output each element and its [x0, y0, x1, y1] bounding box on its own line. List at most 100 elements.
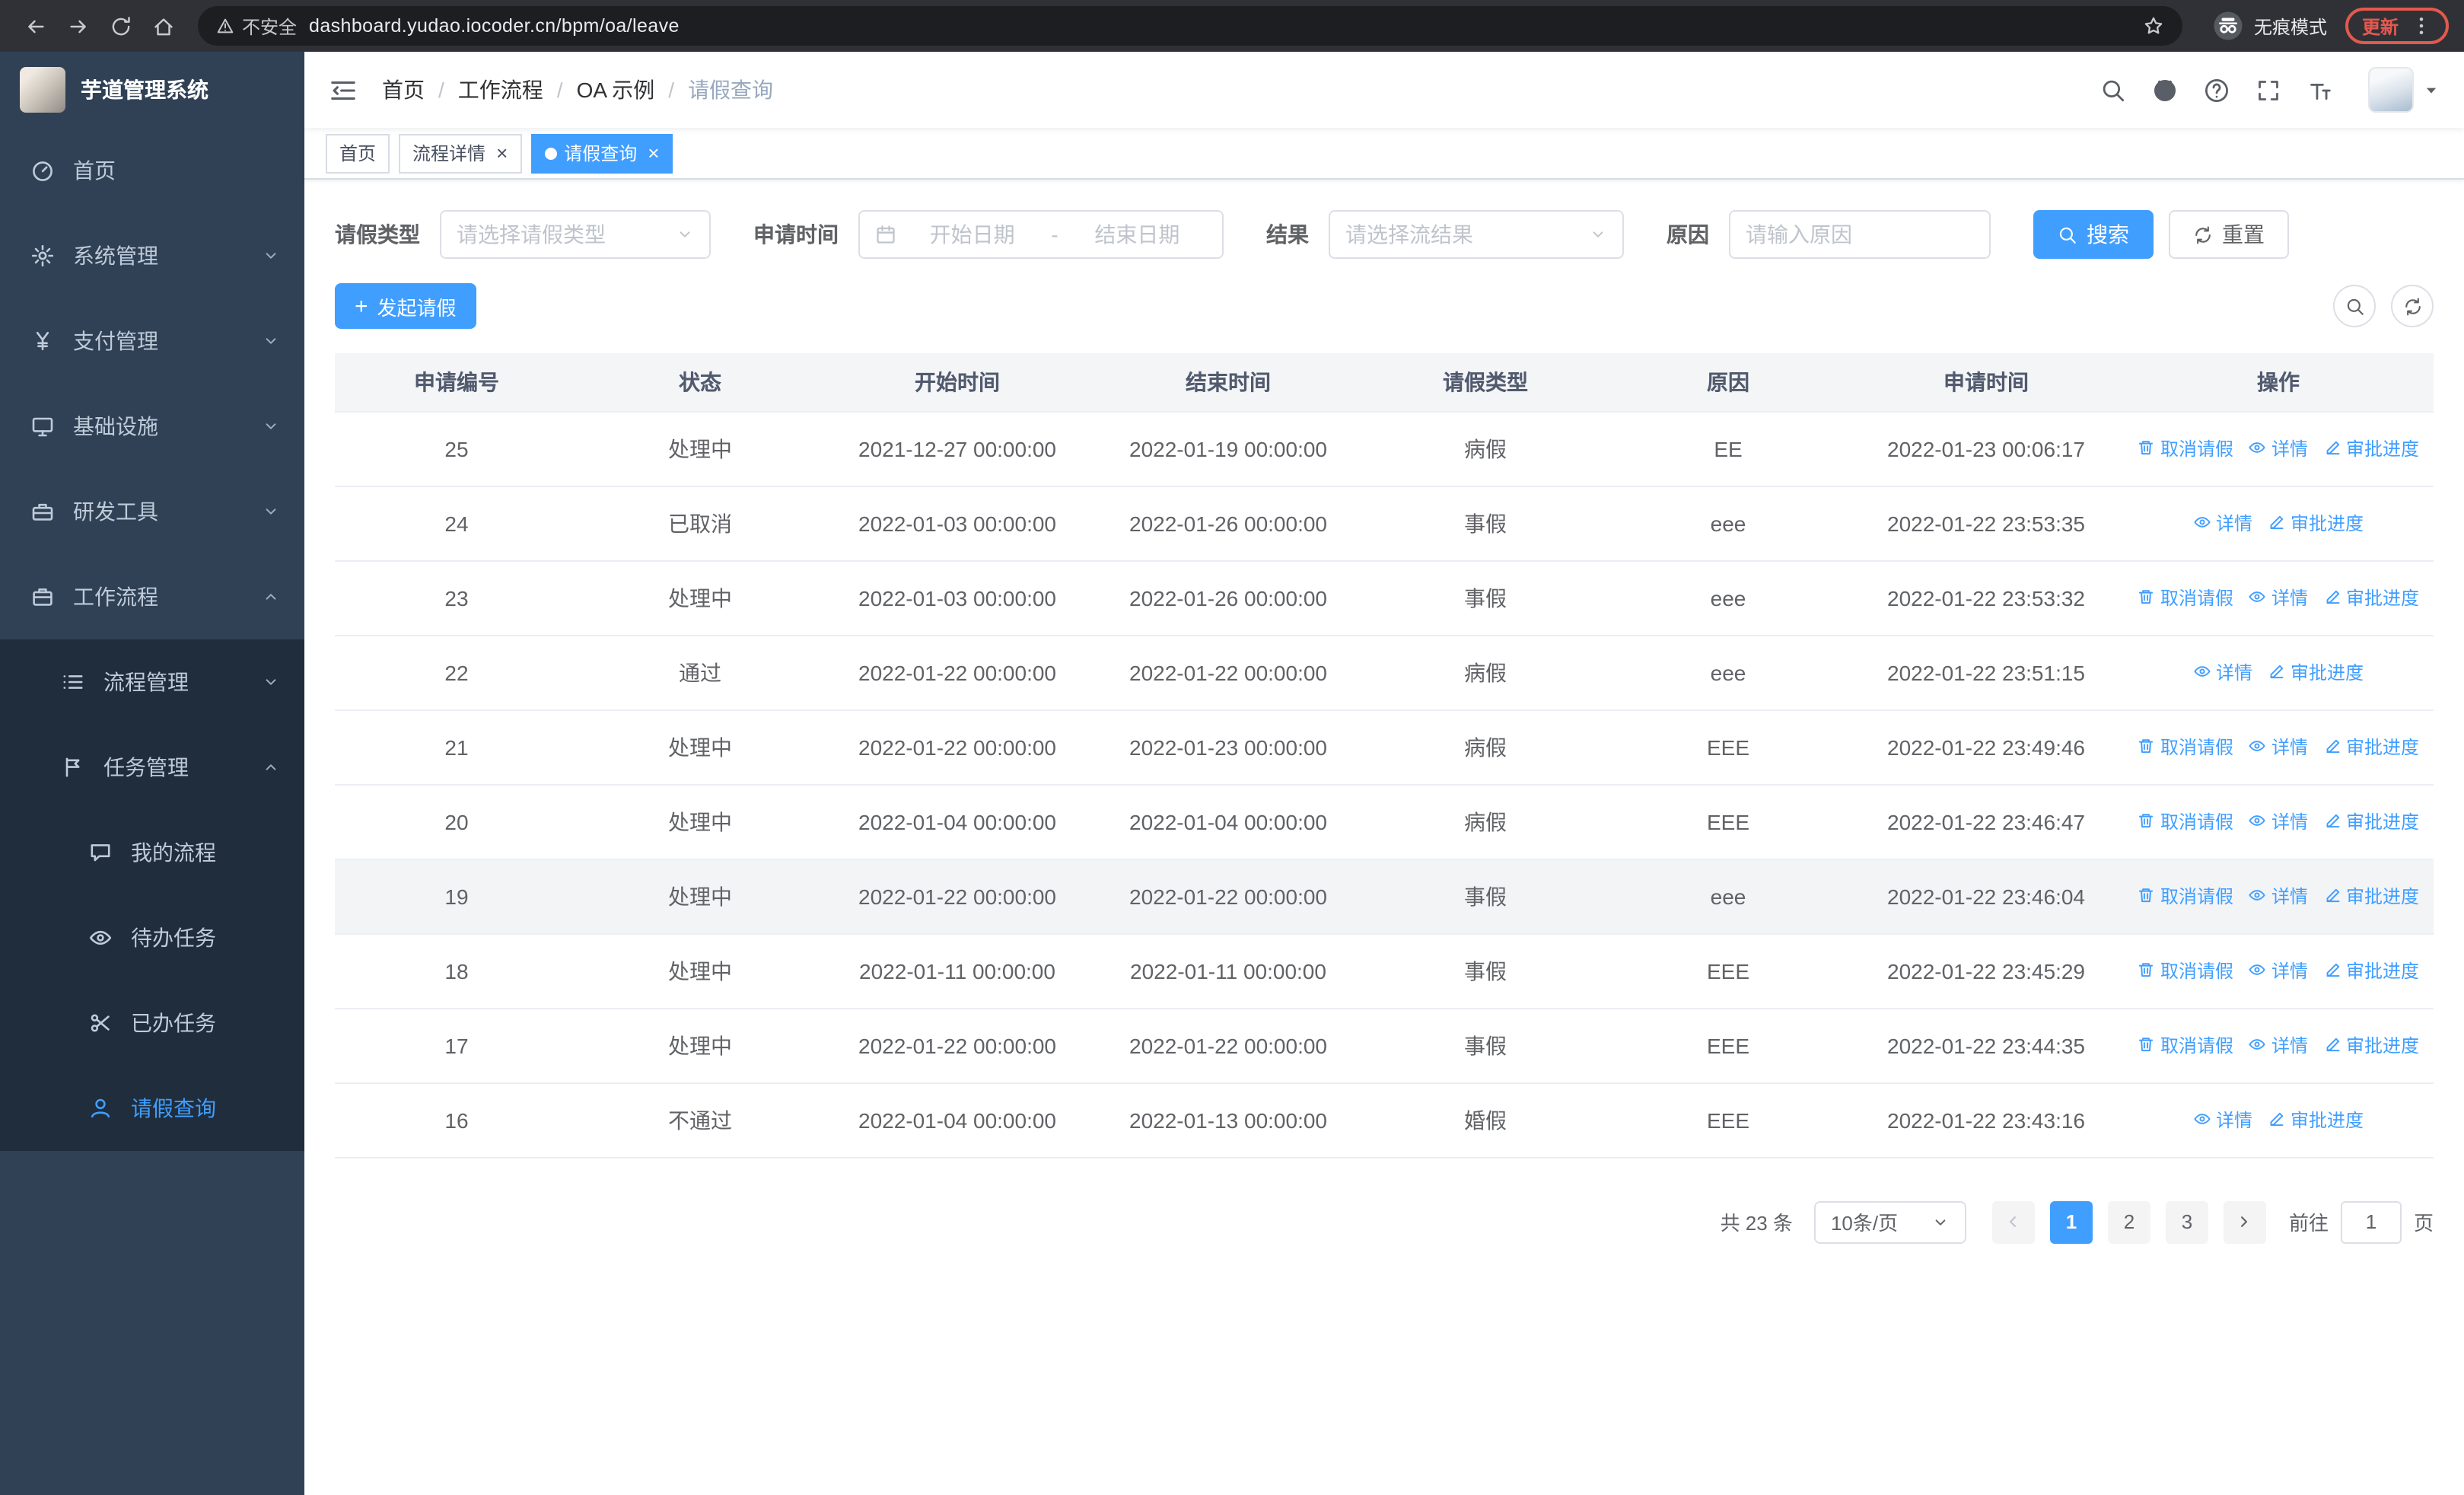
forward-icon[interactable] — [58, 6, 97, 46]
detail-link[interactable]: 详情 — [2249, 1032, 2308, 1058]
sidebar-item-payment-management[interactable]: 支付管理 — [0, 298, 304, 384]
cell-status: 处理中 — [578, 859, 822, 934]
detail-link[interactable]: 详情 — [2249, 883, 2308, 909]
sidebar-item-label: 基础设施 — [73, 414, 158, 438]
start-date-placeholder[interactable]: 开始日期 — [903, 219, 1042, 250]
caret-down-icon[interactable] — [2423, 81, 2440, 98]
next-page-button[interactable] — [2223, 1200, 2266, 1243]
tab-process-detail[interactable]: 流程详情 × — [399, 133, 522, 173]
reset-button[interactable]: 重置 — [2169, 210, 2289, 259]
table-refresh-icon[interactable] — [2391, 285, 2434, 327]
progress-link[interactable]: 审批进度 — [2323, 958, 2419, 983]
logo-avatar — [20, 67, 65, 113]
cancel-link[interactable]: 取消请假 — [2138, 734, 2233, 760]
back-icon[interactable] — [15, 6, 55, 46]
eye-icon — [2249, 812, 2267, 830]
progress-link[interactable]: 审批进度 — [2323, 435, 2419, 461]
github-icon[interactable] — [2152, 77, 2178, 103]
cancel-link[interactable]: 取消请假 — [2138, 435, 2233, 461]
cancel-link[interactable]: 取消请假 — [2138, 883, 2233, 909]
detail-link[interactable]: 详情 — [2193, 510, 2252, 536]
cancel-link[interactable]: 取消请假 — [2138, 958, 2233, 983]
cell-actions: 详情 审批进度 — [2123, 1082, 2434, 1158]
detail-link[interactable]: 详情 — [2193, 1107, 2252, 1133]
sidebar-item-label: 支付管理 — [73, 329, 158, 353]
sidebar-item-todo-tasks[interactable]: 待办任务 — [0, 895, 304, 980]
goto-page-input[interactable] — [2340, 1200, 2402, 1243]
sidebar-item-system-management[interactable]: 系统管理 — [0, 213, 304, 298]
sidebar-item-process-management[interactable]: 流程管理 — [0, 639, 304, 725]
cancel-link[interactable]: 取消请假 — [2138, 1032, 2233, 1058]
breadcrumb-item[interactable]: 工作流程 — [458, 75, 543, 105]
table-row: 23 处理中 2022-01-03 00:00:00 2022-01-26 00:00… — [335, 560, 2434, 636]
tab-leave-query[interactable]: 请假查询 × — [530, 133, 673, 173]
sidebar-item-workflow[interactable]: 工作流程 — [0, 554, 304, 639]
prev-page-button[interactable] — [1991, 1200, 2035, 1243]
page-button-2[interactable]: 2 — [2107, 1200, 2150, 1243]
sidebar-item-leave-query[interactable]: 请假查询 — [0, 1066, 304, 1151]
tab-home[interactable]: 首页 — [326, 133, 390, 173]
update-button[interactable]: 更新 — [2345, 8, 2449, 44]
app-header: 首页 / 工作流程 / OA 示例 / 请假查询 — [304, 52, 2464, 128]
browser-home-icon[interactable] — [143, 6, 183, 46]
progress-link[interactable]: 审批进度 — [2268, 1107, 2364, 1133]
sidebar-item-task-management[interactable]: 任务管理 — [0, 725, 304, 810]
address-bar[interactable]: 不安全 dashboard.yudao.iocoder.cn/bpm/oa/le… — [198, 6, 2182, 46]
header-search-icon[interactable] — [2100, 77, 2126, 103]
progress-link[interactable]: 审批进度 — [2268, 510, 2364, 536]
sidebar-item-infrastructure[interactable]: 基础设施 — [0, 384, 304, 469]
tab-label: 请假查询 — [564, 143, 638, 164]
progress-link[interactable]: 审批进度 — [2323, 1032, 2419, 1058]
fullscreen-icon[interactable] — [2255, 77, 2281, 103]
detail-link[interactable]: 详情 — [2249, 808, 2308, 834]
show-search-toggle-icon[interactable] — [2333, 285, 2376, 327]
cell-apply_time: 2022-01-22 23:49:46 — [1849, 709, 2123, 785]
sidebar-item-done-tasks[interactable]: 已办任务 — [0, 980, 304, 1066]
progress-link[interactable]: 审批进度 — [2323, 734, 2419, 760]
chevron-down-icon — [1589, 225, 1607, 244]
breadcrumb-item[interactable]: 首页 — [382, 75, 425, 105]
sidebar-item-home[interactable]: 首页 — [0, 128, 304, 213]
detail-link[interactable]: 详情 — [2193, 659, 2252, 685]
detail-link[interactable]: 详情 — [2249, 435, 2308, 461]
leave-type-select[interactable]: 请选择请假类型 — [440, 210, 711, 259]
reason-input[interactable] — [1746, 222, 1974, 247]
progress-link[interactable]: 审批进度 — [2323, 808, 2419, 834]
user-menu[interactable] — [2368, 67, 2440, 113]
sidebar-item-my-process[interactable]: 我的流程 — [0, 810, 304, 895]
progress-link[interactable]: 审批进度 — [2268, 659, 2364, 685]
bookmark-star-icon[interactable] — [2143, 15, 2164, 37]
progress-link[interactable]: 审批进度 — [2323, 883, 2419, 909]
eye-icon — [2249, 961, 2267, 980]
help-icon[interactable] — [2204, 77, 2230, 103]
cancel-link[interactable]: 取消请假 — [2138, 808, 2233, 834]
sidebar-toggle-icon[interactable] — [329, 75, 358, 104]
progress-link[interactable]: 审批进度 — [2323, 585, 2419, 610]
font-size-icon[interactable] — [2307, 77, 2333, 103]
tab-close-icon[interactable]: × — [496, 143, 508, 163]
sidebar-item-label: 工作流程 — [73, 585, 158, 609]
cell-reason: EEE — [1607, 933, 1849, 1009]
apply-time-range-picker[interactable]: 开始日期 - 结束日期 — [858, 210, 1224, 259]
chevron-down-icon — [1931, 1213, 1950, 1231]
page-button-3[interactable]: 3 — [2165, 1200, 2208, 1243]
breadcrumb-item[interactable]: OA 示例 — [577, 75, 655, 105]
sidebar-logo[interactable]: 芋道管理系统 — [0, 52, 304, 128]
reload-icon[interactable] — [100, 6, 140, 46]
search-button[interactable]: 搜索 — [2033, 210, 2154, 259]
detail-link[interactable]: 详情 — [2249, 734, 2308, 760]
cancel-link[interactable]: 取消请假 — [2138, 585, 2233, 610]
detail-link[interactable]: 详情 — [2249, 585, 2308, 610]
detail-link[interactable]: 详情 — [2249, 958, 2308, 983]
security-indicator[interactable]: 不安全 — [216, 13, 297, 39]
page-size-select[interactable]: 10条/页 — [1813, 1200, 1966, 1243]
end-date-placeholder[interactable]: 结束日期 — [1068, 219, 1207, 250]
browser-menu-icon[interactable] — [2411, 15, 2432, 37]
cell-type: 事假 — [1364, 486, 1607, 561]
tab-close-icon[interactable]: × — [648, 143, 659, 163]
page-button-1[interactable]: 1 — [2049, 1200, 2093, 1243]
result-select[interactable]: 请选择流结果 — [1329, 210, 1624, 259]
user-avatar[interactable] — [2368, 67, 2414, 113]
create-leave-button[interactable]: + 发起请假 — [335, 283, 476, 329]
sidebar-item-dev-tools[interactable]: 研发工具 — [0, 469, 304, 554]
